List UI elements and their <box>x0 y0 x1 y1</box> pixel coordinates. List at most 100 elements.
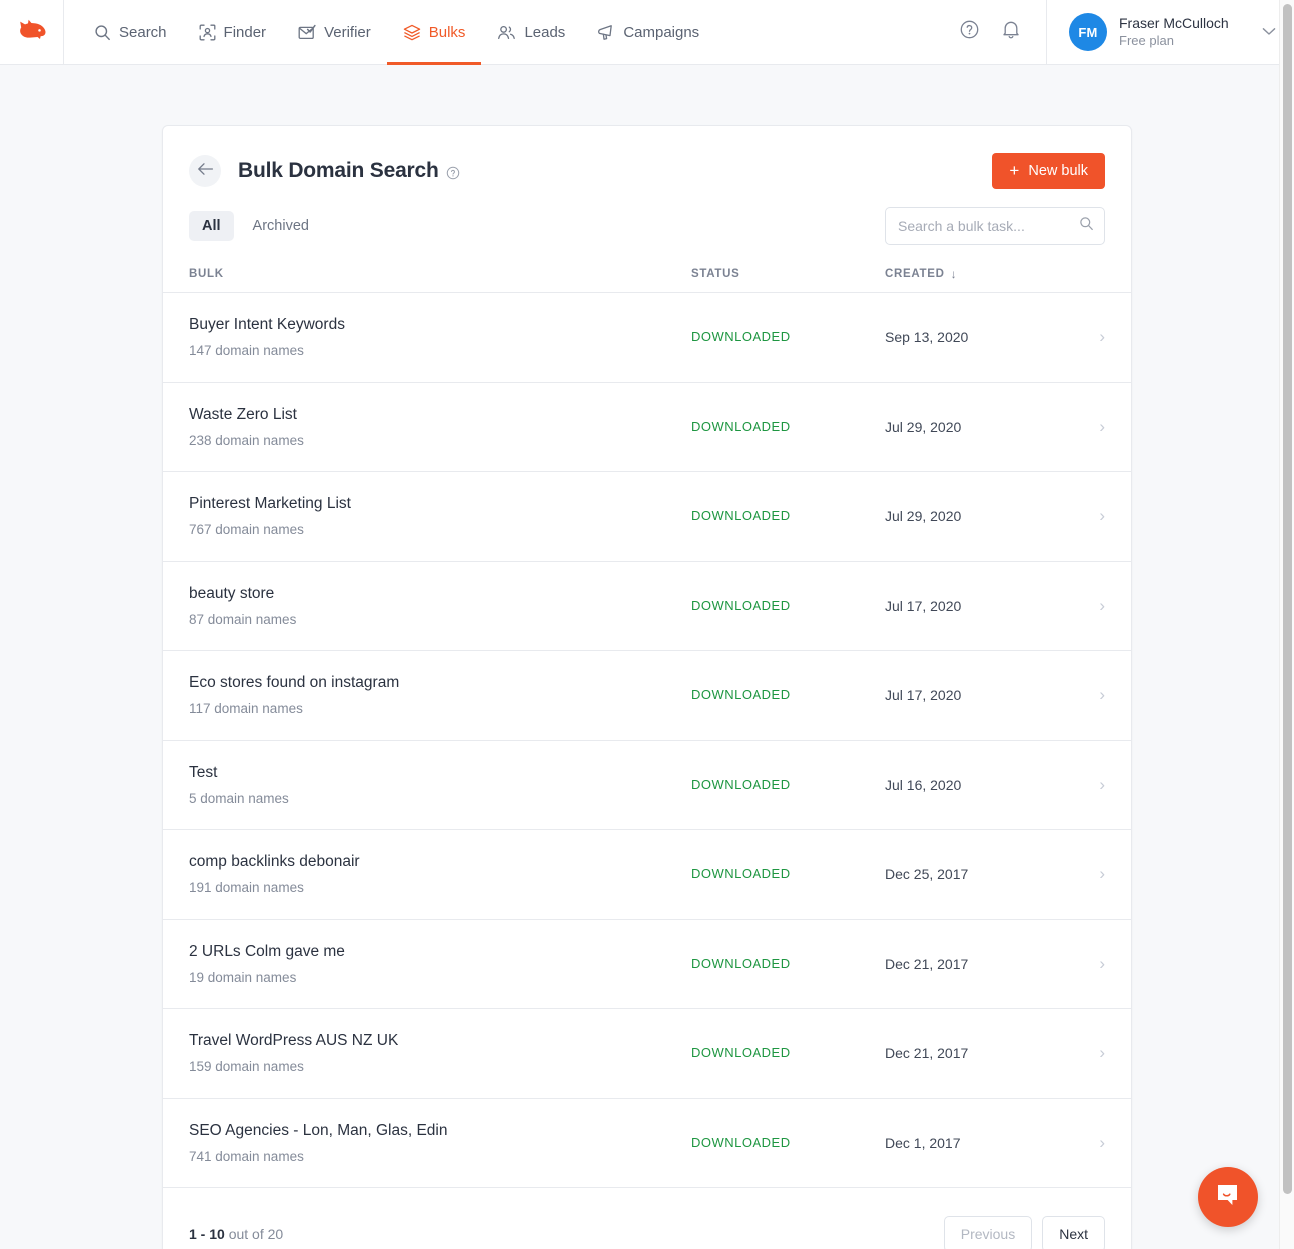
tab-archived[interactable]: Archived <box>240 211 322 241</box>
bulk-name: beauty store <box>189 585 691 603</box>
bulk-count: 238 domain names <box>189 433 691 448</box>
arrow-left-icon <box>197 162 214 181</box>
table-row[interactable]: 2 URLs Colm gave me19 domain namesDOWNLO… <box>163 920 1131 1010</box>
nav-label: Search <box>119 24 167 41</box>
chevron-right-icon[interactable]: › <box>1089 596 1105 616</box>
bulk-cell: SEO Agencies - Lon, Man, Glas, Edin741 d… <box>189 1122 691 1164</box>
created-date: Jul 29, 2020 <box>885 419 1089 435</box>
chevron-right-icon[interactable]: › <box>1089 954 1105 974</box>
status-badge: DOWNLOADED <box>691 419 791 434</box>
chevron-right-icon[interactable]: › <box>1089 506 1105 526</box>
magnifier-icon <box>94 24 111 41</box>
status-cell: DOWNLOADED <box>691 955 885 973</box>
chevron-right-icon[interactable]: › <box>1089 685 1105 705</box>
sort-descending-icon: ↓ <box>951 267 958 281</box>
bulk-name: Eco stores found on instagram <box>189 674 691 692</box>
status-cell: DOWNLOADED <box>691 507 885 525</box>
chevron-down-icon <box>1262 23 1276 41</box>
bulk-count: 117 domain names <box>189 701 691 716</box>
nav-item-finder[interactable]: Finder <box>183 0 283 64</box>
topbar-right-cluster: FM Fraser McCulloch Free plan <box>948 0 1294 64</box>
card-header: Bulk Domain Search + New bulk <box>163 126 1131 189</box>
status-badge: DOWNLOADED <box>691 1135 791 1150</box>
filter-tabs: All Archived <box>189 211 322 241</box>
table-row[interactable]: Eco stores found on instagram 117 domain … <box>163 651 1131 741</box>
nav-item-leads[interactable]: Leads <box>481 0 581 64</box>
status-badge: DOWNLOADED <box>691 329 791 344</box>
help-button[interactable] <box>948 0 990 65</box>
back-button[interactable] <box>189 155 221 187</box>
new-bulk-label: New bulk <box>1028 163 1088 179</box>
created-date: Jul 29, 2020 <box>885 508 1089 524</box>
person-frame-icon <box>199 24 216 41</box>
table-row[interactable]: beauty store87 domain namesDOWNLOADEDJul… <box>163 562 1131 652</box>
table-row[interactable]: Buyer Intent Keywords147 domain namesDOW… <box>163 293 1131 383</box>
notifications-button[interactable] <box>990 0 1032 65</box>
created-date: Jul 17, 2020 <box>885 687 1089 703</box>
bulk-name: 2 URLs Colm gave me <box>189 943 691 961</box>
table-row[interactable]: Travel WordPress AUS NZ UK159 domain nam… <box>163 1009 1131 1099</box>
megaphone-icon <box>597 24 615 41</box>
created-date: Jul 16, 2020 <box>885 777 1089 793</box>
top-navigation-bar: Search Finder <box>0 0 1294 65</box>
title-help-icon[interactable] <box>446 166 460 180</box>
table-row[interactable]: Test5 domain namesDOWNLOADEDJul 16, 2020… <box>163 741 1131 831</box>
pagination-range: 1 - 10 <box>189 1226 225 1242</box>
envelope-check-icon <box>298 24 316 41</box>
bulk-cell: 2 URLs Colm gave me19 domain names <box>189 943 691 985</box>
chat-bubble-smile-icon <box>1214 1181 1242 1214</box>
bulk-cell: Pinterest Marketing List767 domain names <box>189 495 691 537</box>
next-page-button[interactable]: Next <box>1042 1216 1105 1249</box>
scrollbar-thumb[interactable] <box>1283 4 1292 1194</box>
bulk-cell: Eco stores found on instagram 117 domain … <box>189 674 691 716</box>
nav-item-bulks[interactable]: Bulks <box>387 0 482 64</box>
status-cell: DOWNLOADED <box>691 776 885 794</box>
column-header-created-label: CREATED <box>885 268 945 280</box>
status-cell: DOWNLOADED <box>691 597 885 615</box>
bulk-cell: comp backlinks debonair191 domain names <box>189 853 691 895</box>
bulk-cell: Test5 domain names <box>189 764 691 806</box>
bulk-name: Test <box>189 764 691 782</box>
page-body: Bulk Domain Search + New bulk All Archiv… <box>0 65 1294 1249</box>
bulk-table-body: Buyer Intent Keywords147 domain namesDOW… <box>163 293 1131 1188</box>
chevron-right-icon[interactable]: › <box>1089 1133 1105 1153</box>
tab-all[interactable]: All <box>189 211 234 241</box>
table-row[interactable]: comp backlinks debonair191 domain namesD… <box>163 830 1131 920</box>
nav-item-campaigns[interactable]: Campaigns <box>581 0 715 64</box>
chevron-right-icon[interactable]: › <box>1089 1043 1105 1063</box>
status-cell: DOWNLOADED <box>691 865 885 883</box>
status-cell: DOWNLOADED <box>691 686 885 704</box>
table-row[interactable]: Waste Zero List238 domain namesDOWNLOADE… <box>163 383 1131 473</box>
account-menu[interactable]: FM Fraser McCulloch Free plan <box>1046 0 1294 65</box>
created-date: Dec 21, 2017 <box>885 1045 1089 1061</box>
chevron-right-icon[interactable]: › <box>1089 417 1105 437</box>
table-row[interactable]: SEO Agencies - Lon, Man, Glas, Edin741 d… <box>163 1099 1131 1189</box>
account-plan: Free plan <box>1119 33 1250 49</box>
chevron-right-icon[interactable]: › <box>1089 327 1105 347</box>
nav-item-verifier[interactable]: Verifier <box>282 0 387 64</box>
bulk-domain-search-card: Bulk Domain Search + New bulk All Archiv… <box>162 125 1132 1249</box>
status-cell: DOWNLOADED <box>691 418 885 436</box>
status-badge: DOWNLOADED <box>691 508 791 523</box>
nav-item-search[interactable]: Search <box>78 0 183 64</box>
table-header: BULK STATUS CREATED ↓ <box>163 245 1131 293</box>
column-header-created[interactable]: CREATED ↓ <box>885 267 1105 281</box>
bulk-cell: Travel WordPress AUS NZ UK159 domain nam… <box>189 1032 691 1074</box>
previous-page-button[interactable]: Previous <box>944 1216 1032 1249</box>
app-logo[interactable] <box>0 0 64 64</box>
column-header-bulk: BULK <box>189 268 691 280</box>
bulk-cell: Waste Zero List238 domain names <box>189 406 691 448</box>
status-badge: DOWNLOADED <box>691 598 791 613</box>
pagination: 1 - 10 out of 20 Previous Next <box>163 1188 1131 1249</box>
table-row[interactable]: Pinterest Marketing List767 domain names… <box>163 472 1131 562</box>
chevron-right-icon[interactable]: › <box>1089 775 1105 795</box>
page-title: Bulk Domain Search <box>238 159 439 183</box>
chevron-right-icon[interactable]: › <box>1089 864 1105 884</box>
fox-head-logo-icon <box>18 19 46 45</box>
nav-label: Campaigns <box>623 24 699 41</box>
created-date: Jul 17, 2020 <box>885 598 1089 614</box>
chat-launcher-button[interactable] <box>1198 1167 1258 1227</box>
new-bulk-button[interactable]: + New bulk <box>992 153 1105 189</box>
page-scrollbar[interactable] <box>1279 0 1294 1249</box>
search-input[interactable] <box>885 207 1105 245</box>
